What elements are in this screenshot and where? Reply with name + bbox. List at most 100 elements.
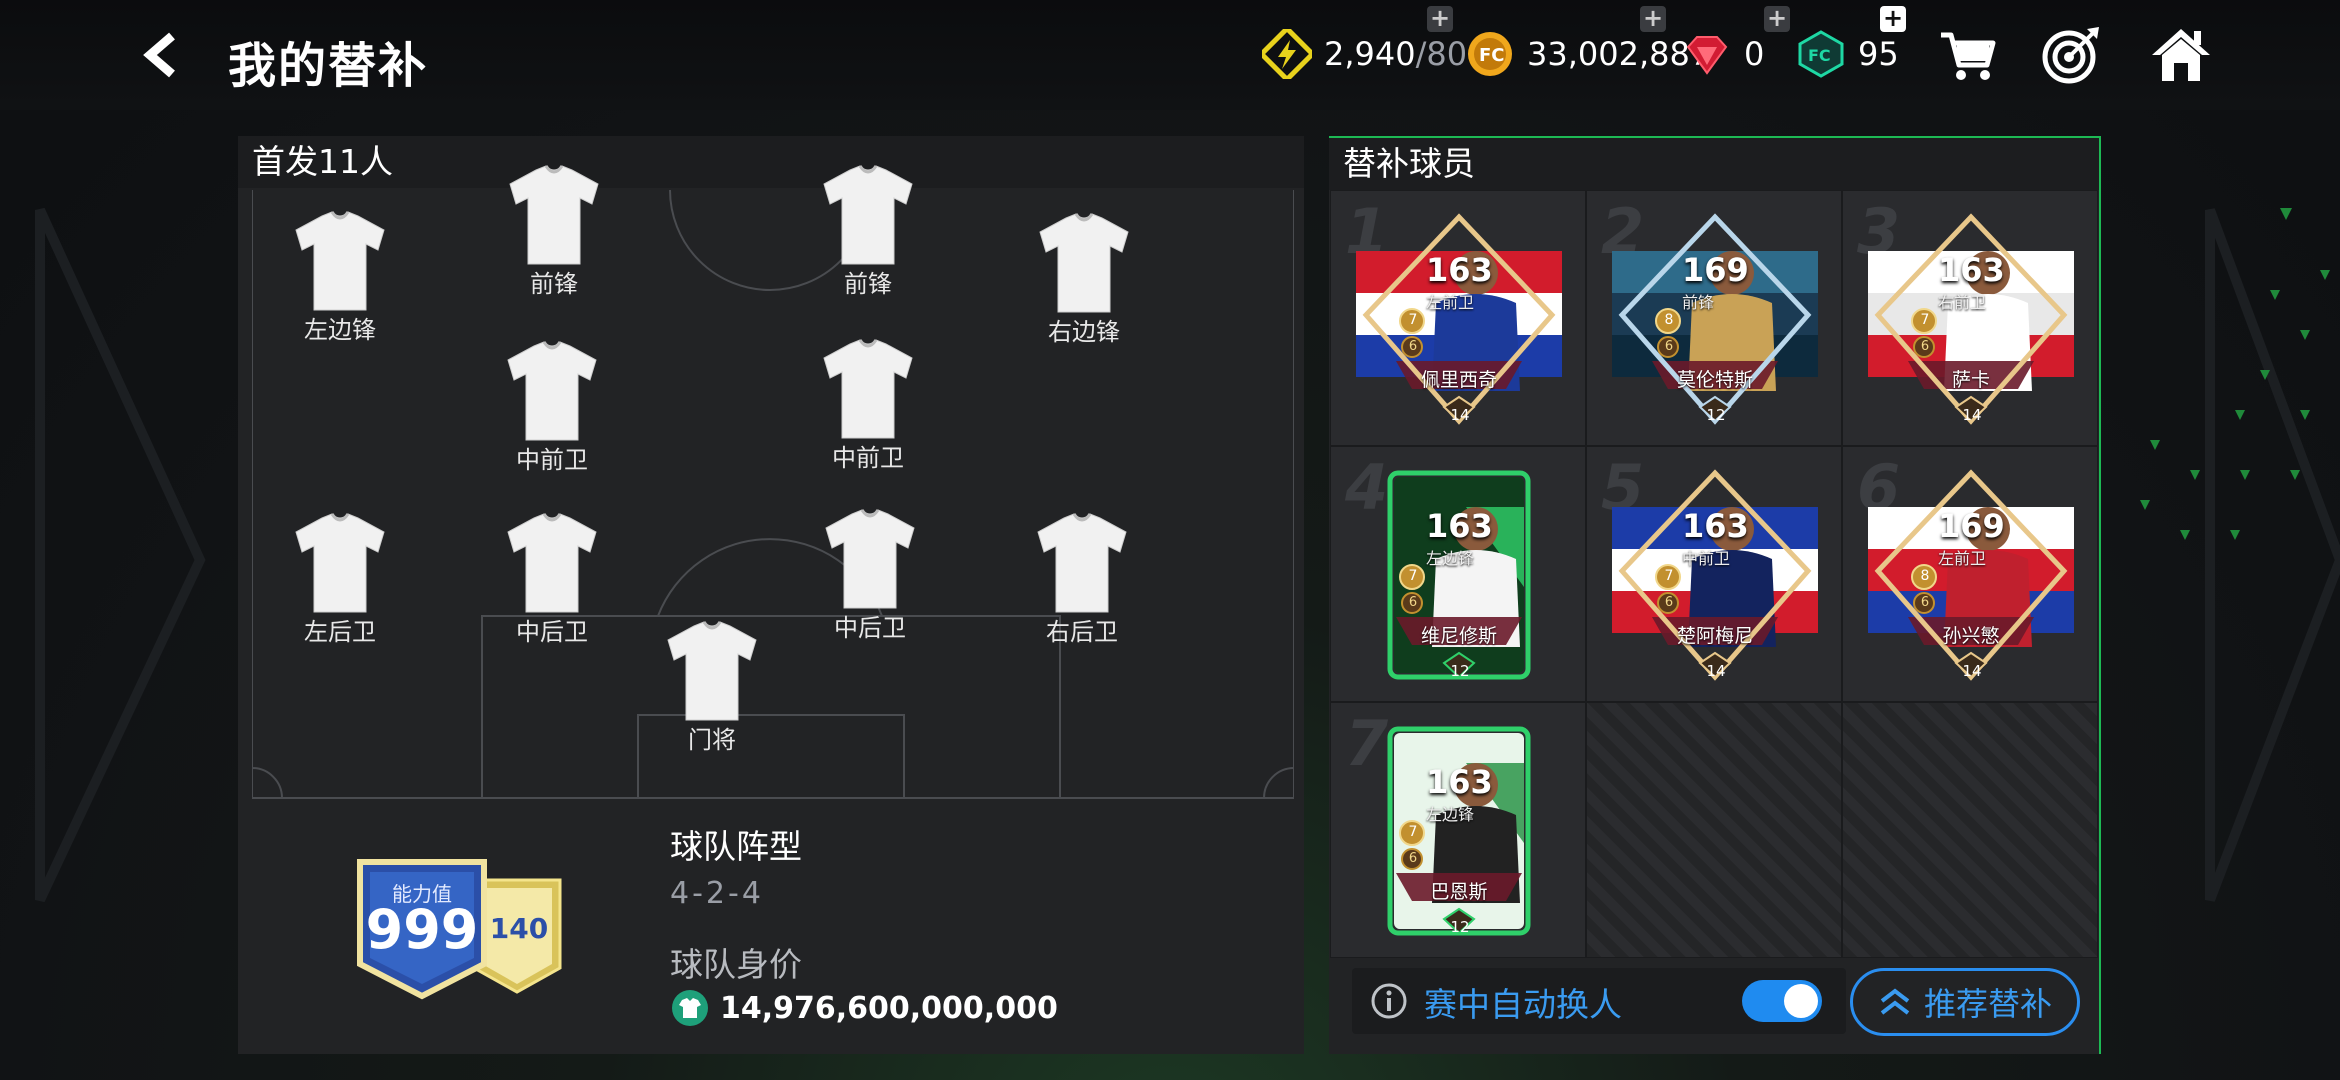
player-card-art	[1387, 726, 1531, 936]
info-icon[interactable]	[1370, 982, 1408, 1020]
player-card-art	[1868, 469, 2074, 681]
card-grade: 8	[1920, 568, 1930, 584]
chevron-left-icon	[143, 32, 175, 78]
jersey-icon	[507, 341, 597, 441]
energy-add-button[interactable]: +	[1427, 6, 1453, 32]
top-bar: 我的替补 2,940/80 + FC 33,002,887 + 0 + FC 9…	[0, 0, 2340, 110]
lineup-slot[interactable]: 中前卫	[808, 338, 928, 473]
card-star: 6	[1920, 595, 1930, 610]
card-star: 6	[1920, 339, 1930, 354]
card-position: 左前卫	[1938, 549, 1987, 568]
slot-position-label: 前锋	[530, 270, 578, 298]
card-level: 14	[1962, 406, 1982, 424]
card-grade: 7	[1408, 312, 1418, 328]
energy-currency[interactable]: 2,940/80 +	[1262, 6, 1468, 82]
card-overall: 163	[1426, 251, 1493, 289]
sub-card-slot[interactable]: 4 163 左边锋 7 6 维尼修斯 12	[1330, 446, 1586, 702]
card-player-name: 佩里西奇	[1420, 369, 1497, 391]
team-value-row: 14,976,600,000,000	[670, 988, 1058, 1028]
card-position: 前锋	[1682, 293, 1715, 312]
lineup-slot[interactable]: 中前卫	[492, 340, 612, 475]
card-grade: 7	[1408, 824, 1418, 840]
tokens-add-button[interactable]: +	[1880, 6, 1906, 32]
card-star: 6	[1408, 339, 1418, 354]
sub-card-slot[interactable]: 5 163 中前卫 7 6 楚阿梅尼 14	[1586, 446, 1842, 702]
lineup-slot[interactable]: 左后卫	[280, 512, 400, 647]
lineup-slot[interactable]: 右边锋	[1024, 212, 1144, 347]
card-star: 6	[1664, 595, 1674, 610]
player-card-art	[1387, 470, 1531, 680]
card-overall: 163	[1682, 507, 1749, 545]
energy-value: 2,940	[1324, 35, 1416, 73]
shop-button[interactable]	[1934, 24, 2000, 86]
empty-sub-slot	[1842, 702, 2098, 958]
rating-sub-value: 140	[489, 912, 549, 945]
jersey-icon	[509, 165, 599, 265]
card-level: 12	[1706, 406, 1726, 424]
gems-value: 0	[1744, 35, 1765, 73]
formation-value: 4-2-4	[670, 876, 764, 911]
card-star: 6	[1408, 595, 1418, 610]
lineup-slot[interactable]: 门将	[652, 620, 772, 755]
team-value-title: 球队身价	[670, 945, 802, 984]
card-overall: 169	[1682, 251, 1749, 289]
recommend-label: 推荐替补	[1923, 985, 2052, 1023]
player-card-art	[1356, 213, 1562, 425]
toggle-knob	[1784, 984, 1818, 1018]
card-overall: 163	[1426, 507, 1493, 545]
lineup-header: 首发11人	[238, 136, 1304, 188]
jersey-icon	[507, 513, 597, 613]
auto-sub-bar: 赛中自动换人	[1352, 968, 1846, 1034]
lineup-slot[interactable]: 中后卫	[492, 512, 612, 647]
gems-add-button[interactable]: +	[1764, 6, 1790, 32]
back-button[interactable]	[130, 22, 190, 88]
jersey-icon	[823, 165, 913, 265]
target-icon	[2042, 27, 2099, 84]
coins-currency[interactable]: FC 33,002,887 +	[1465, 6, 1710, 82]
tokens-value: 95	[1858, 35, 1899, 73]
lineup-slot[interactable]: 中后卫	[810, 508, 930, 643]
token-icon: FC	[1798, 30, 1844, 78]
auto-sub-toggle[interactable]	[1742, 980, 1822, 1022]
rating-value: 999	[365, 898, 479, 961]
objectives-button[interactable]	[2038, 24, 2104, 86]
tokens-currency[interactable]: FC 95 +	[1796, 6, 1906, 82]
player-card: 163 左前卫 7 6 佩里西奇 14	[1356, 211, 1562, 427]
home-button[interactable]	[2148, 24, 2214, 86]
coins-add-button[interactable]: +	[1640, 6, 1666, 32]
sub-card-slot[interactable]: 1 163 左前卫 7 6 佩里西奇 14	[1330, 190, 1586, 446]
lineup-slot[interactable]: 前锋	[494, 164, 614, 299]
lineup-slot[interactable]: 前锋	[808, 164, 928, 299]
gems-currency[interactable]: 0 +	[1682, 6, 1790, 82]
jersey-icon	[823, 339, 913, 439]
card-level: 14	[1962, 662, 1982, 680]
coin-icon: FC	[1468, 32, 1512, 76]
card-position: 左前卫	[1426, 293, 1475, 312]
card-level: 12	[1450, 918, 1470, 936]
slot-position-label: 中后卫	[834, 614, 906, 642]
player-card: 163 右前卫 7 6 萨卡 14	[1868, 211, 2074, 427]
jersey-icon	[295, 211, 385, 311]
card-player-name: 莫伦特斯	[1676, 369, 1753, 391]
sub-card-slot[interactable]: 7 163 左边锋 7 6 巴恩斯 12	[1330, 702, 1586, 958]
slot-position-label: 前锋	[844, 270, 892, 298]
jersey-icon	[825, 509, 915, 609]
recommend-subs-button[interactable]: 推荐替补	[1850, 968, 2080, 1036]
sub-card-slot[interactable]: 6 169 左前卫 8 6 孙兴慜 14	[1842, 446, 2098, 702]
slot-position-label: 中后卫	[516, 618, 588, 646]
lineup-slot[interactable]: 右后卫	[1022, 512, 1142, 647]
empty-sub-slot	[1586, 702, 1842, 958]
card-grade: 7	[1920, 312, 1930, 328]
card-grade: 7	[1664, 568, 1674, 584]
jersey-icon	[667, 621, 757, 721]
player-card: 163 中前卫 7 6 楚阿梅尼 14	[1612, 467, 1818, 683]
sub-card-slot[interactable]: 2 169 前锋 8 6 莫伦特斯 12	[1586, 190, 1842, 446]
jersey-icon	[295, 513, 385, 613]
energy-max: /80	[1415, 35, 1468, 73]
sub-card-slot[interactable]: 3 163 右前卫 7 6 萨卡 14	[1842, 190, 2098, 446]
svg-text:FC: FC	[1479, 45, 1505, 66]
slot-position-label: 门将	[688, 726, 736, 754]
lineup-slot[interactable]: 左边锋	[280, 210, 400, 345]
player-card: 163 左边锋 7 6 维尼修斯 12	[1356, 467, 1562, 683]
slot-position-label: 中前卫	[832, 444, 904, 472]
